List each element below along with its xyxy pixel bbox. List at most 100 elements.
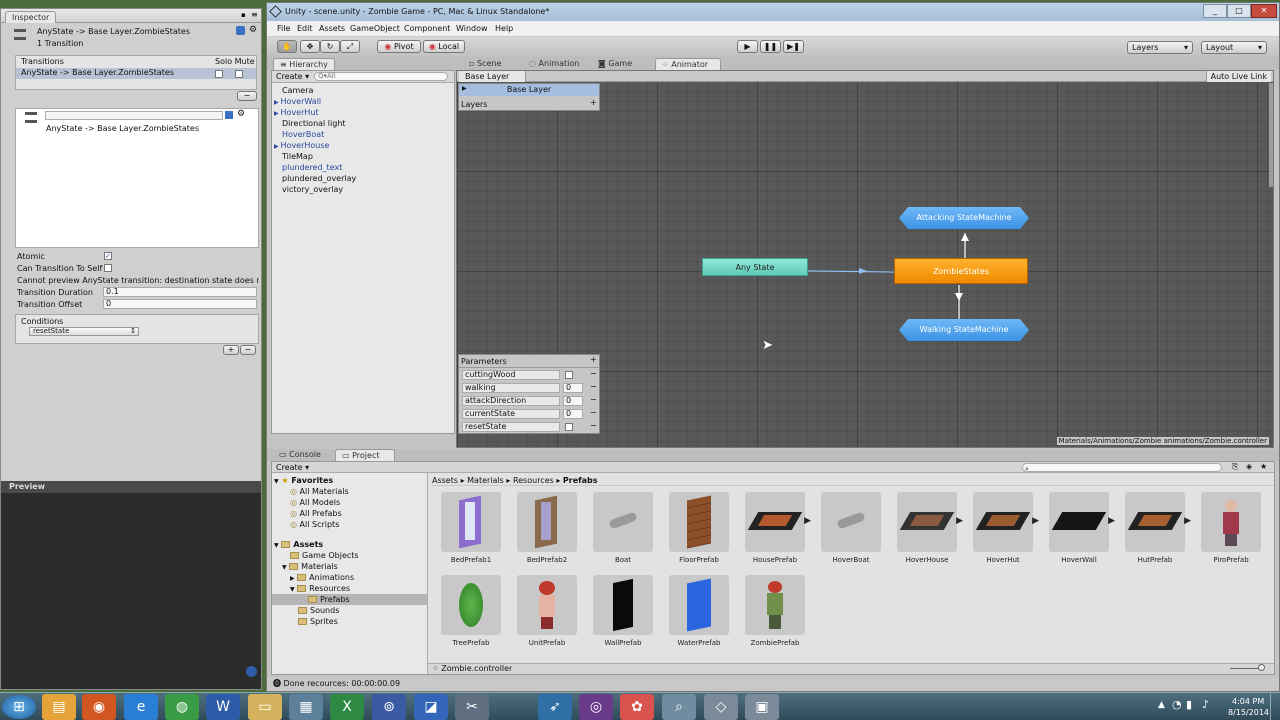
tray-icon[interactable]: ◔: [1172, 698, 1182, 711]
parameter-row[interactable]: walking: [462, 383, 560, 393]
local-button[interactable]: ◉ Local: [423, 40, 465, 53]
asset-item[interactable]: HoverHut ▶: [971, 492, 1039, 564]
step-button[interactable]: ▶❚: [783, 40, 804, 53]
asset-item[interactable]: TreePrefab: [439, 575, 503, 647]
firefox-icon[interactable]: ◉: [82, 694, 116, 720]
menu-gameobject[interactable]: GameObject: [350, 24, 400, 33]
tab-scene[interactable]: ▫ Scene: [463, 58, 507, 70]
excel-icon[interactable]: X: [330, 694, 364, 720]
asset-item[interactable]: FloorPrefab: [667, 492, 731, 564]
hierarchy-item[interactable]: HoverBoat: [272, 129, 454, 140]
parameter-row[interactable]: attackDirection: [462, 396, 560, 406]
tab-console[interactable]: ▭ Console: [273, 449, 327, 461]
add-condition-button[interactable]: +: [223, 345, 239, 355]
asset-item[interactable]: Boat: [591, 492, 655, 564]
assets-header[interactable]: ▼ Assets: [272, 539, 427, 550]
add-parameter-icon[interactable]: +: [590, 355, 597, 364]
maximize-button[interactable]: □: [1227, 4, 1251, 18]
asset-item[interactable]: PiroPrefab: [1199, 492, 1263, 564]
remove-parameter-icon[interactable]: −: [590, 369, 597, 378]
tab-hierarchy[interactable]: ≡ Hierarchy: [273, 58, 335, 70]
animator-scrollbar[interactable]: [1269, 83, 1273, 187]
project-search-input[interactable]: ⌕: [1022, 463, 1222, 473]
asset-item[interactable]: UnitPrefab: [515, 575, 579, 647]
parameter-value[interactable]: 0: [563, 396, 583, 406]
clock-time[interactable]: 4:04 PM: [1232, 697, 1264, 706]
hierarchy-item[interactable]: plundered_text: [272, 162, 454, 173]
start-button[interactable]: ⊞: [2, 695, 36, 719]
atomic-checkbox[interactable]: ✓: [104, 252, 112, 260]
can-self-checkbox[interactable]: [104, 264, 112, 272]
visio-icon[interactable]: ◪: [414, 694, 448, 720]
folder-item[interactable]: Sprites: [272, 616, 427, 627]
remove-parameter-icon[interactable]: −: [590, 395, 597, 404]
pause-button[interactable]: ❚❚: [760, 40, 781, 53]
filter-type-icon[interactable]: ⎘: [1232, 462, 1238, 472]
asset-item[interactable]: HoverHouse ▶: [895, 492, 963, 564]
remove-parameter-icon[interactable]: −: [590, 408, 597, 417]
unity-task-icon[interactable]: ◇: [704, 694, 738, 720]
play-preview-icon[interactable]: ▶: [804, 516, 811, 526]
move-tool-button[interactable]: ✥: [300, 40, 320, 53]
tab-project[interactable]: ▭ Project: [335, 449, 395, 461]
remove-transition-button[interactable]: −: [237, 91, 257, 101]
explorer-icon[interactable]: ▤: [42, 694, 76, 720]
lock-icon[interactable]: ▪: [241, 11, 246, 19]
folder-item[interactable]: ▼ Resources: [272, 583, 427, 594]
hierarchy-item[interactable]: ▶ HoverHut: [272, 107, 454, 118]
hierarchy-create-button[interactable]: Create ▾: [276, 72, 309, 82]
remove-parameter-icon[interactable]: −: [590, 421, 597, 430]
favorite-item[interactable]: ◎ All Scripts: [272, 519, 427, 530]
help-icon[interactable]: [236, 26, 245, 35]
onenote-icon[interactable]: ◎: [579, 694, 613, 720]
play-preview-icon[interactable]: ▶: [1108, 516, 1115, 526]
parameter-row[interactable]: currentState: [462, 409, 560, 419]
asset-item[interactable]: BedPrefab1: [439, 492, 503, 564]
breadcrumb-item[interactable]: Prefabs: [563, 476, 598, 485]
hierarchy-item[interactable]: TileMap: [272, 151, 454, 162]
walking-statemachine-node[interactable]: Walking StateMachine: [899, 319, 1029, 341]
detail-name-field[interactable]: [45, 111, 223, 120]
hand-tool-button[interactable]: ✋: [277, 40, 297, 53]
breadcrumb-item[interactable]: Materials: [467, 476, 504, 485]
parameter-value[interactable]: 0: [563, 383, 583, 393]
menu-help[interactable]: Help: [495, 24, 513, 33]
folder-item[interactable]: ▶ Animations: [272, 572, 427, 583]
favorite-item[interactable]: ◎ All Prefabs: [272, 508, 427, 519]
asset-item[interactable]: ZombiePrefab: [743, 575, 807, 647]
pivot-button[interactable]: ◉ Pivot: [377, 40, 421, 53]
offset-field[interactable]: 0: [103, 299, 257, 309]
hierarchy-item[interactable]: victory_overlay: [272, 184, 454, 195]
parameter-value[interactable]: 0: [563, 409, 583, 419]
zombie-states-node[interactable]: ZombieStates: [894, 258, 1028, 284]
scale-tool-button[interactable]: ⤢: [340, 40, 360, 53]
game-task-icon[interactable]: ▣: [745, 694, 779, 720]
tab-animator[interactable]: ⁘ Animator: [655, 58, 721, 70]
duration-field[interactable]: 0.1: [103, 287, 257, 297]
tool-icon[interactable]: ✂: [455, 694, 489, 720]
animator-panel[interactable]: Base Layer Auto Live Link Base Layer ▶ L…: [456, 70, 1274, 448]
volume-icon[interactable]: ♪: [1202, 698, 1209, 711]
asset-item[interactable]: HousePrefab ▶: [743, 492, 811, 564]
preview-settings-icon[interactable]: [246, 666, 257, 677]
folder-item[interactable]: ▼ Materials: [272, 561, 427, 572]
menu-window[interactable]: Window: [456, 24, 488, 33]
menu-edit[interactable]: Edit: [297, 24, 313, 33]
detail-help-icon[interactable]: [225, 111, 233, 119]
parameter-row[interactable]: resetState: [462, 422, 560, 432]
close-button[interactable]: ✕: [1251, 4, 1277, 18]
breadcrumb-item[interactable]: Assets: [432, 476, 458, 485]
ie-icon[interactable]: e: [124, 694, 158, 720]
search-app-icon[interactable]: ⌕: [662, 694, 696, 720]
hierarchy-item[interactable]: Directional light: [272, 118, 454, 129]
solo-checkbox[interactable]: [215, 70, 223, 78]
layers-dropdown[interactable]: Layers ▾: [1127, 41, 1193, 54]
layout-dropdown[interactable]: Layout ▾: [1201, 41, 1267, 54]
condition-dropdown[interactable]: resetState ↕: [29, 327, 139, 336]
play-preview-icon[interactable]: ▶: [1032, 516, 1039, 526]
show-desktop-button[interactable]: [1270, 693, 1280, 720]
folder-item[interactable]: Game Objects: [272, 550, 427, 561]
attacking-statemachine-node[interactable]: Attacking StateMachine: [899, 207, 1029, 229]
slider-thumb[interactable]: [1258, 664, 1265, 671]
word-icon[interactable]: W: [206, 694, 240, 720]
